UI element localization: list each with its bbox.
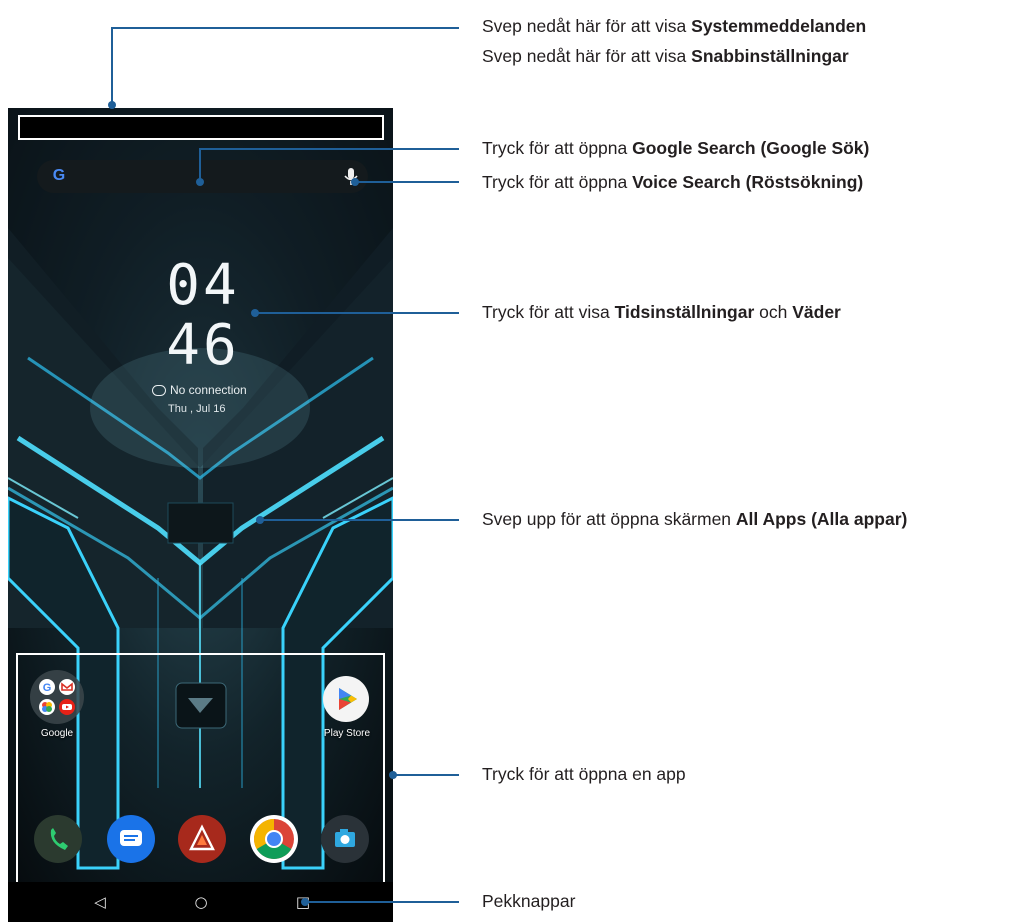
callout-all-apps: Svep upp för att öppna skärmen All Apps …: [482, 509, 908, 529]
annotated-screenshot: G 04 46 No connection Thu , Jul 16 G Goo…: [0, 0, 1027, 922]
callout-voice-search: Tryck för att öppna Voice Search (Röstsö…: [482, 172, 864, 192]
callout-google-search: Tryck för att öppna Google Search (Googl…: [482, 138, 870, 158]
callout-quick-settings: Svep nedåt här för att visa Snabbinställ…: [482, 46, 849, 66]
callout-nav-keys: Pekknappar: [482, 891, 576, 911]
callout-time-weather: Tryck för att visa Tidsinställningar och…: [482, 302, 841, 322]
callout-open-app: Tryck för att öppna en app: [482, 764, 686, 784]
callout-notifications: Svep nedåt här för att visa Systemmeddel…: [482, 16, 867, 36]
